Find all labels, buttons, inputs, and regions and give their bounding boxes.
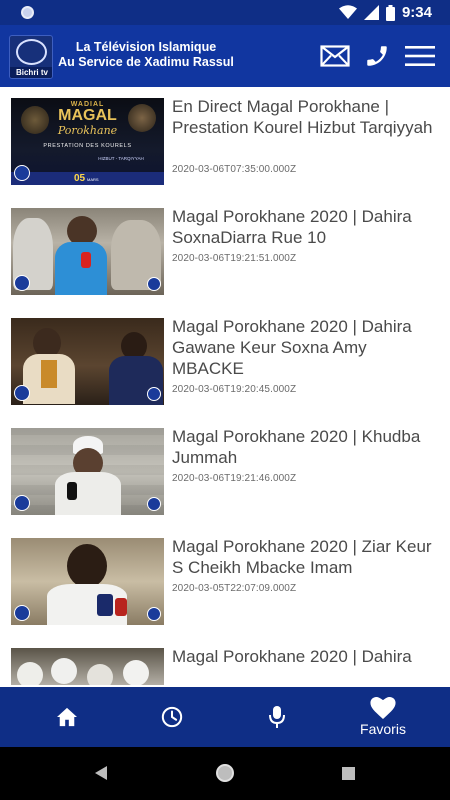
video-date: 2020-03-05T22:07:09.000Z: [172, 583, 297, 594]
thumb-figure: [51, 658, 77, 684]
thumb-month: MARS: [87, 177, 99, 182]
channel-logo-right: [147, 497, 161, 511]
thumb-figure-robe: [55, 472, 121, 515]
channel-logo: [14, 165, 30, 181]
nav-home[interactable]: [22, 687, 112, 747]
system-navigation-bar: [0, 747, 450, 800]
nav-favorites[interactable]: Favoris: [338, 687, 428, 747]
app-title: La Télévision Islamique Au Service de Xa…: [56, 40, 236, 70]
clock-icon: [161, 706, 183, 728]
channel-logo: [14, 275, 30, 291]
thumb-microphone: [81, 252, 91, 268]
status-bar: 9:34: [0, 0, 450, 25]
video-item[interactable]: Magal Porokhane 2020 | Khudba Jummah 202…: [0, 417, 450, 527]
channel-logo: [14, 495, 30, 511]
system-recents-button[interactable]: [342, 767, 355, 785]
menu-button[interactable]: [402, 38, 438, 74]
wifi-icon: [338, 5, 357, 19]
channel-logo-right: [147, 607, 161, 621]
video-title[interactable]: En Direct Magal Porokhane | Prestation K…: [172, 96, 442, 138]
signal-icon: [363, 5, 379, 20]
video-title[interactable]: Magal Porokhane 2020 | Ziar Keur S Cheik…: [172, 536, 442, 578]
nav-favorites-label: Favoris: [360, 721, 406, 737]
video-date: 2020-03-06T19:21:51.000Z: [172, 253, 297, 264]
app-logo: Bichri tv: [9, 35, 53, 79]
thumb-microphone: [97, 594, 113, 616]
app-bar: Bichri tv La Télévision Islamique Au Ser…: [0, 25, 450, 87]
video-item[interactable]: Magal Porokhane 2020 | Dahira: [0, 637, 450, 685]
hamburger-menu-icon: [405, 46, 435, 66]
video-thumbnail[interactable]: [11, 318, 164, 405]
app-title-line1: La Télévision Islamique: [75, 40, 217, 54]
video-date: 2020-03-06T19:21:46.000Z: [172, 473, 297, 484]
thumb-figure: [17, 662, 43, 685]
thumb-text-4: PRESTATION DES KOURELS: [43, 143, 132, 149]
back-triangle-icon: [95, 766, 107, 780]
video-item[interactable]: Magal Porokhane 2020 | Dahira SoxnaDiarr…: [0, 197, 450, 307]
heart-icon: [370, 697, 396, 719]
thumb-microphone: [115, 598, 127, 616]
video-thumbnail[interactable]: [11, 428, 164, 515]
notification-icon: [21, 6, 34, 19]
video-thumbnail[interactable]: [11, 538, 164, 625]
nav-audio[interactable]: [232, 687, 322, 747]
video-title[interactable]: Magal Porokhane 2020 | Dahira Gawane Keu…: [172, 316, 442, 379]
thumb-microphone: [67, 482, 77, 500]
video-thumbnail[interactable]: WADIAL MAGAL Porokhane PRESTATION DES KO…: [11, 98, 164, 185]
video-item[interactable]: WADIAL MAGAL Porokhane PRESTATION DES KO…: [0, 87, 450, 197]
logo-text: Bichri tv: [10, 67, 52, 78]
app-title-line2: Au Service de Xadimu Rassul: [58, 55, 234, 69]
thumb-figure: [87, 664, 113, 685]
thumb-scarf: [41, 360, 57, 388]
logo-emblem: [16, 39, 47, 65]
recents-square-icon: [342, 767, 355, 780]
mail-button[interactable]: [317, 38, 353, 74]
envelope-icon: [320, 45, 350, 67]
status-icons: 9:34: [338, 4, 432, 21]
phone-icon: [367, 46, 387, 66]
thumb-figure-dress: [55, 242, 107, 295]
battery-icon: [385, 4, 395, 21]
microphone-icon: [269, 706, 285, 728]
channel-logo-right: [147, 277, 161, 291]
video-title[interactable]: Magal Porokhane 2020 | Dahira SoxnaDiarr…: [172, 206, 442, 248]
video-date: 2020-03-06T19:20:45.000Z: [172, 384, 297, 395]
thumb-figure: [123, 660, 149, 685]
thumb-face: [67, 544, 107, 588]
video-date: 2020-03-06T07:35:00.000Z: [172, 164, 297, 175]
channel-logo: [14, 385, 30, 401]
video-thumbnail[interactable]: [11, 648, 164, 685]
video-item[interactable]: Magal Porokhane 2020 | Ziar Keur S Cheik…: [0, 527, 450, 637]
video-thumbnail[interactable]: [11, 208, 164, 295]
video-item[interactable]: Magal Porokhane 2020 | Dahira Gawane Keu…: [0, 307, 450, 417]
home-circle-icon: [216, 764, 234, 782]
home-icon: [57, 707, 77, 727]
channel-logo: [14, 605, 30, 621]
channel-logo-right: [147, 387, 161, 401]
video-title[interactable]: Magal Porokhane 2020 | Khudba Jummah: [172, 426, 442, 468]
thumb-day: 05: [74, 173, 86, 184]
nav-history[interactable]: [127, 687, 217, 747]
thumb-text-2: MAGAL: [58, 107, 117, 124]
video-list[interactable]: WADIAL MAGAL Porokhane PRESTATION DES KO…: [0, 87, 450, 685]
thumb-text-3: Porokhane: [57, 124, 118, 137]
status-time: 9:34: [401, 4, 432, 21]
system-home-button[interactable]: [215, 763, 235, 788]
thumb-text-5: HIZBUT - TARQIYYAH: [98, 156, 144, 161]
system-back-button[interactable]: [94, 766, 108, 785]
call-button[interactable]: [359, 38, 395, 74]
video-title[interactable]: Magal Porokhane 2020 | Dahira: [172, 646, 442, 667]
bottom-navigation: Favoris: [0, 687, 450, 747]
